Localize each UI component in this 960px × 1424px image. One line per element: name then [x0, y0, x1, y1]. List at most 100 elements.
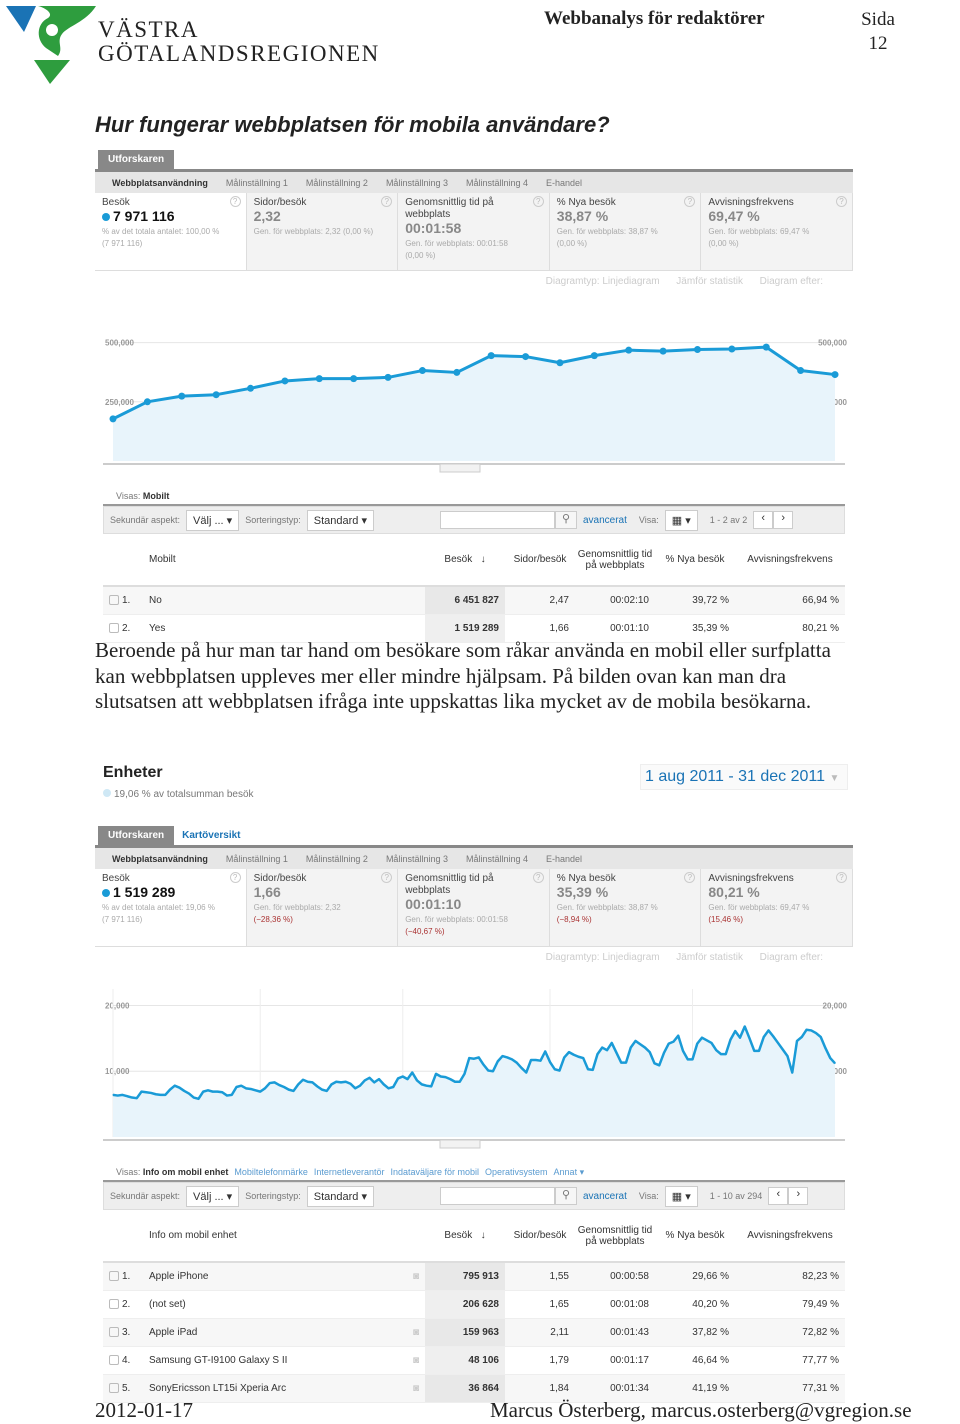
column-header[interactable]: Genomsnittlig tid på webbplats — [575, 1210, 655, 1263]
date-range-picker[interactable]: 1 aug 2011 - 31 dec 2011 ▼ — [640, 764, 848, 790]
data-point — [763, 1036, 765, 1038]
metric-card[interactable]: ? Besök 1 519 289% av det totala antalet: … — [95, 869, 247, 946]
column-header[interactable]: Sidor/besök — [505, 1210, 575, 1263]
metric-card[interactable]: ? Sidor/besök 2,32 Gen. för webbplats: 2,32… — [246, 193, 399, 270]
prev-page-icon[interactable]: ‹ — [753, 511, 774, 529]
chart-type-button[interactable]: Linjediagram — [602, 276, 659, 287]
next-page-icon[interactable]: › — [773, 511, 794, 529]
chart-by-button[interactable]: Diagram efter: — [760, 952, 823, 963]
help-icon[interactable]: ? — [229, 196, 241, 207]
tab-1[interactable]: Kartöversikt — [174, 826, 248, 845]
metric-card[interactable]: ?% Nya besök 35,39 % Gen. för webbplats: 3… — [549, 869, 702, 946]
row-checkbox[interactable] — [109, 1326, 119, 1337]
row-checkbox[interactable] — [109, 1298, 119, 1309]
metric-card[interactable]: ? Genomsnittlig tid på webbplats 00:01:10 G… — [398, 869, 550, 946]
table-row[interactable]: 2. (not set) 206 628 1,65 00:01:08 40,20 % 79,… — [103, 1290, 845, 1319]
data-point — [326, 1090, 328, 1092]
search-input[interactable] — [439, 1187, 555, 1205]
metric-card[interactable]: ? Sidor/besök 1,66 Gen. för webbplats: 2,32… — [246, 869, 399, 946]
metric-card[interactable]: ? Avvisningsfrekvens 80,21 % Gen. för webbp… — [701, 869, 853, 946]
compare-button[interactable]: Jämför statistik — [676, 952, 743, 963]
sort-type-select[interactable]: Standard ▾ — [306, 1185, 374, 1207]
help-icon[interactable]: ? — [381, 872, 393, 883]
subtab-5[interactable]: E-handel — [546, 178, 582, 188]
column-header[interactable]: % Nya besök — [655, 1210, 735, 1263]
dimension-selector: Visas: Mobilt — [103, 486, 845, 506]
help-icon[interactable]: ? — [684, 196, 696, 207]
next-page-icon[interactable]: › — [788, 1187, 809, 1205]
subtab-0[interactable]: Webbplatsanvändning — [112, 178, 208, 188]
chart-by-button[interactable]: Diagram efter: — [760, 276, 823, 287]
compare-button[interactable]: Jämför statistik — [676, 276, 743, 287]
subtab-2[interactable]: Målinställning 2 — [306, 854, 368, 864]
metric-card[interactable]: ? Besök 7 971 116% av det totala antalet: … — [95, 193, 247, 270]
help-icon[interactable]: ? — [229, 872, 241, 883]
column-header[interactable]: Mobilt — [103, 534, 425, 587]
dimension-link[interactable]: Indataväljare för mobil — [390, 1167, 479, 1177]
metric-card[interactable]: ? Genomsnittlig tid på webbplats 00:01:58 G… — [398, 193, 550, 270]
column-header[interactable]: Avvisningsfrekvens — [735, 1210, 845, 1263]
data-point — [435, 1073, 437, 1075]
subtab-1[interactable]: Målinställning 1 — [226, 854, 288, 864]
data-point — [729, 1039, 732, 1041]
dimension-active[interactable]: Mobilt — [143, 491, 170, 501]
metric-card[interactable]: ?% Nya besök 38,87 % Gen. för webbplats: 3… — [549, 193, 702, 270]
column-header[interactable]: Besök ↓ — [425, 534, 505, 587]
device-image-icon[interactable]: ◙ — [413, 1355, 419, 1366]
subtab-5[interactable]: E-handel — [546, 854, 582, 864]
device-image-icon[interactable]: ◙ — [413, 1383, 419, 1394]
cell: 00:01:17 — [575, 1346, 655, 1375]
subtab-0[interactable]: Webbplatsanvändning — [112, 854, 208, 864]
chart-type-button[interactable]: Linjediagram — [602, 952, 659, 963]
help-icon[interactable]: ? — [532, 196, 544, 207]
chart-options: Diagramtyp: Linjediagram Jämför statisti… — [545, 952, 823, 963]
column-header[interactable]: Genomsnittlig tid på webbplats — [575, 534, 655, 587]
device-image-icon[interactable]: ◙ — [413, 1327, 419, 1338]
row-checkbox[interactable] — [109, 595, 119, 606]
metric-card[interactable]: ? Avvisningsfrekvens 69,47 % Gen. för webbp… — [701, 193, 853, 270]
column-header[interactable]: Info om mobil enhet — [103, 1210, 425, 1263]
column-header[interactable]: Sidor/besök — [505, 534, 575, 587]
advanced-link[interactable]: avancerat — [583, 1191, 627, 1202]
dimension-active[interactable]: Info om mobil enhet — [143, 1167, 229, 1177]
subtab-4[interactable]: Målinställning 4 — [466, 178, 528, 188]
subtab-2[interactable]: Målinställning 2 — [306, 178, 368, 188]
table-row[interactable]: 3. Apple iPad ◙ 159 963 2,11 00:01:43 37,82 % 7… — [103, 1318, 845, 1347]
table-row[interactable]: 1. Apple iPhone ◙ 795 913 1,55 00:00:58 29,66 … — [103, 1262, 845, 1291]
prev-page-icon[interactable]: ‹ — [768, 1187, 789, 1205]
help-icon[interactable]: ? — [381, 196, 393, 207]
subtab-4[interactable]: Målinställning 4 — [466, 854, 528, 864]
subtab-3[interactable]: Målinställning 3 — [386, 854, 448, 864]
help-icon[interactable]: ? — [835, 872, 847, 883]
row-checkbox[interactable] — [109, 1354, 119, 1365]
dimension-link[interactable]: Mobiltelefonmärke — [234, 1167, 308, 1177]
tab-0[interactable]: Utforskaren — [98, 826, 175, 845]
secondary-dimension-select[interactable]: Välj ... ▾ — [186, 509, 240, 531]
table-row[interactable]: 1. No 6 451 827 2,47 00:02:10 39,72 % 66,94 % — [103, 586, 845, 615]
search-icon[interactable]: ⚲ — [554, 1187, 577, 1205]
sort-type-select[interactable]: Standard ▾ — [306, 509, 374, 531]
dimension-link[interactable]: Annat ▾ — [554, 1167, 585, 1177]
search-icon[interactable]: ⚲ — [554, 511, 577, 529]
table-row[interactable]: 4. Samsung GT-I9100 Galaxy S II ◙ 48 106 1,7… — [103, 1346, 845, 1375]
subtab-1[interactable]: Målinställning 1 — [226, 178, 288, 188]
column-header[interactable]: Besök ↓ — [425, 1210, 505, 1263]
tab-0[interactable]: Utforskaren — [98, 150, 175, 169]
help-icon[interactable]: ? — [835, 196, 847, 207]
subtab-3[interactable]: Målinställning 3 — [386, 178, 448, 188]
row-checkbox[interactable] — [109, 1271, 119, 1282]
device-image-icon[interactable]: ◙ — [413, 1271, 419, 1282]
dimension-link[interactable]: Operativsystem — [485, 1167, 548, 1177]
grid-view-icon[interactable]: ▦ ▾ — [664, 1185, 698, 1207]
grid-view-icon[interactable]: ▦ ▾ — [664, 509, 698, 531]
help-icon[interactable]: ? — [684, 872, 696, 883]
search-input[interactable] — [439, 511, 555, 529]
row-checkbox[interactable] — [109, 622, 119, 633]
advanced-link[interactable]: avancerat — [583, 515, 627, 526]
row-checkbox[interactable] — [109, 1382, 119, 1393]
dimension-link[interactable]: Internetleverantör — [314, 1167, 385, 1177]
help-icon[interactable]: ? — [532, 872, 544, 883]
secondary-dimension-select[interactable]: Välj ... ▾ — [186, 1185, 240, 1207]
column-header[interactable]: % Nya besök — [655, 534, 735, 587]
column-header[interactable]: Avvisningsfrekvens — [735, 534, 845, 587]
